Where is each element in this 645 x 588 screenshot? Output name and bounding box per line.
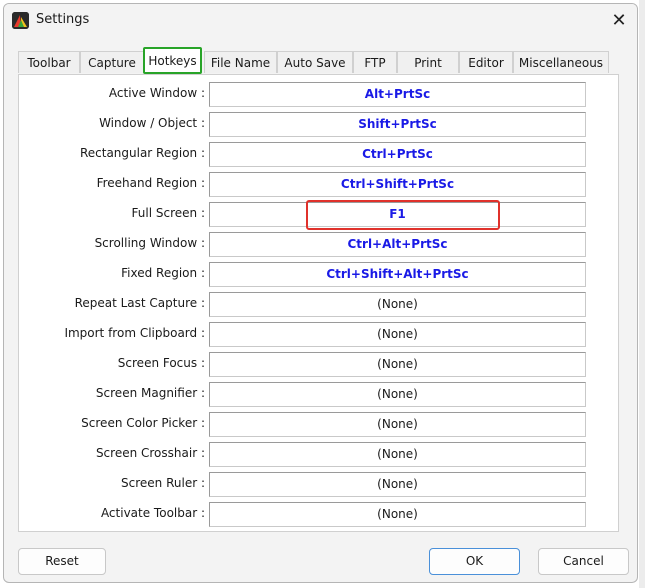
hotkey-label: Import from Clipboard : (64, 326, 205, 340)
hotkey-label: Active Window : (108, 86, 205, 100)
hotkey-label: Activate Toolbar : (100, 506, 205, 520)
tab-toolbar[interactable]: Toolbar (18, 51, 80, 73)
tab-miscellaneous[interactable]: Miscellaneous (513, 51, 609, 73)
hotkey-field-screen-magnifier[interactable]: (None) (209, 382, 586, 407)
tab-file-name[interactable]: File Name (204, 51, 277, 73)
hotkey-row-screen-ruler: Screen Ruler : (None) (19, 472, 618, 498)
tab-hotkeys[interactable]: Hotkeys (143, 47, 202, 74)
hotkey-row-screen-magnifier: Screen Magnifier : (None) (19, 382, 618, 408)
reset-button[interactable]: Reset (18, 548, 106, 575)
hotkey-label: Full Screen : (131, 206, 205, 220)
hotkey-row-screen-focus: Screen Focus : (None) (19, 352, 618, 378)
hotkey-label: Freehand Region : (96, 176, 205, 190)
cancel-button[interactable]: Cancel (538, 548, 629, 575)
tab-ftp[interactable]: FTP (353, 51, 397, 73)
hotkey-row-import-from-clipboard: Import from Clipboard : (None) (19, 322, 618, 348)
hotkey-field-active-window[interactable]: Alt+PrtSc (209, 82, 586, 107)
hotkey-label: Fixed Region : (121, 266, 205, 280)
hotkey-field-window-object[interactable]: Shift+PrtSc (209, 112, 586, 137)
background-edge (639, 0, 645, 588)
hotkey-label: Repeat Last Capture : (74, 296, 205, 310)
hotkey-row-scrolling-window: Scrolling Window : Ctrl+Alt+PrtSc (19, 232, 618, 258)
tab-bar: Toolbar Capture Hotkeys File Name Auto S… (18, 47, 623, 75)
hotkey-row-screen-color-picker: Screen Color Picker : (None) (19, 412, 618, 438)
hotkey-field-fixed-region[interactable]: Ctrl+Shift+Alt+PrtSc (209, 262, 586, 287)
ok-button[interactable]: OK (429, 548, 520, 575)
hotkey-row-rectangular-region: Rectangular Region : Ctrl+PrtSc (19, 142, 618, 168)
hotkey-row-activate-toolbar: Activate Toolbar : (None) (19, 502, 618, 528)
hotkey-field-rectangular-region[interactable]: Ctrl+PrtSc (209, 142, 586, 167)
hotkey-label: Rectangular Region : (79, 146, 205, 160)
tab-editor[interactable]: Editor (459, 51, 513, 73)
window-title: Settings (36, 12, 90, 27)
app-icon (12, 12, 29, 29)
hotkey-label: Screen Crosshair : (95, 446, 205, 460)
hotkey-field-screen-crosshair[interactable]: (None) (209, 442, 586, 467)
hotkey-label: Scrolling Window : (94, 236, 205, 250)
hotkey-row-repeat-last-capture: Repeat Last Capture : (None) (19, 292, 618, 318)
hotkey-field-repeat-last-capture[interactable]: (None) (209, 292, 586, 317)
hotkey-label: Screen Color Picker : (81, 416, 205, 430)
hotkey-row-fixed-region: Fixed Region : Ctrl+Shift+Alt+PrtSc (19, 262, 618, 288)
hotkey-row-active-window: Active Window : Alt+PrtSc (19, 82, 618, 108)
hotkey-field-screen-color-picker[interactable]: (None) (209, 412, 586, 437)
hotkey-label: Window / Object : (99, 116, 205, 130)
tab-auto-save[interactable]: Auto Save (277, 51, 353, 73)
title-bar: Settings ✕ (4, 4, 637, 38)
hotkey-field-scrolling-window[interactable]: Ctrl+Alt+PrtSc (209, 232, 586, 257)
settings-dialog: Settings ✕ Toolbar Capture Hotkeys File … (3, 3, 638, 583)
hotkey-label: Screen Ruler : (121, 476, 205, 490)
tab-print[interactable]: Print (397, 51, 459, 73)
hotkeys-panel: Active Window : Alt+PrtSc Window / Objec… (18, 74, 619, 532)
close-icon: ✕ (611, 9, 627, 31)
tab-capture[interactable]: Capture (80, 51, 144, 73)
hotkey-label: Screen Focus : (117, 356, 205, 370)
hotkey-row-freehand-region: Freehand Region : Ctrl+Shift+PrtSc (19, 172, 618, 198)
hotkey-row-full-screen: Full Screen : F1 (19, 202, 618, 228)
hotkey-label: Screen Magnifier : (95, 386, 205, 400)
hotkey-field-freehand-region[interactable]: Ctrl+Shift+PrtSc (209, 172, 586, 197)
hotkey-field-screen-focus[interactable]: (None) (209, 352, 586, 377)
hotkey-field-import-from-clipboard[interactable]: (None) (209, 322, 586, 347)
hotkey-field-full-screen[interactable]: F1 (209, 202, 586, 227)
hotkey-row-window-object: Window / Object : Shift+PrtSc (19, 112, 618, 138)
hotkey-field-screen-ruler[interactable]: (None) (209, 472, 586, 497)
close-button[interactable]: ✕ (603, 6, 635, 34)
hotkey-row-screen-crosshair: Screen Crosshair : (None) (19, 442, 618, 468)
hotkey-field-activate-toolbar[interactable]: (None) (209, 502, 586, 527)
